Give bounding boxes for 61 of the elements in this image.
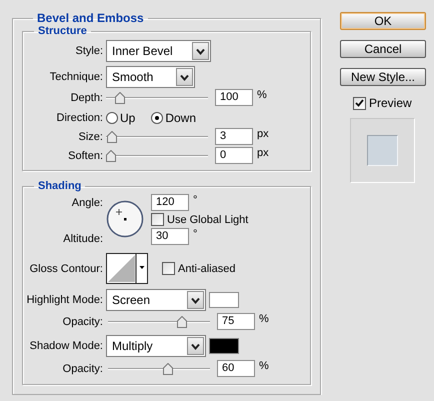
color-swatch[interactable]	[209, 292, 239, 308]
slider-thumb[interactable]	[115, 92, 126, 104]
dialog-button[interactable]: Cancel	[340, 40, 426, 58]
field-label: Opacity:	[62, 316, 103, 328]
slider-thumb[interactable]	[163, 362, 174, 374]
checkbox-label[interactable]: Use Global Light	[167, 214, 248, 226]
field-label: Direction:	[56, 112, 103, 124]
number-field[interactable]: 0	[215, 147, 253, 164]
field-label: Altitude:	[62, 232, 103, 245]
dialog-button[interactable]: New Style...	[340, 68, 426, 86]
slider-thumb[interactable]	[106, 130, 117, 142]
number-field[interactable]: 100	[215, 89, 253, 106]
number-field[interactable]: 75	[217, 313, 255, 330]
angle-dial[interactable]	[106, 200, 144, 238]
chevron-icon	[196, 48, 205, 54]
number-field[interactable]: 3	[215, 128, 253, 145]
chevron-icon	[191, 296, 200, 304]
color-swatch[interactable]	[209, 338, 239, 354]
field-label: Size:	[78, 130, 103, 142]
unit-label: px	[257, 128, 269, 140]
radio-button[interactable]	[106, 112, 118, 124]
field-label: Gloss Contour:	[28, 262, 103, 274]
checkbox-label[interactable]: Preview	[369, 96, 412, 110]
dropdown[interactable]: Inner Bevel	[106, 40, 211, 62]
panel-title: Bevel and Emboss	[36, 11, 145, 25]
unit-label: %	[259, 360, 269, 372]
number-field[interactable]: 60	[217, 360, 255, 377]
radio-label[interactable]: Up	[120, 111, 136, 125]
preview-swatch	[367, 135, 398, 166]
radio-button[interactable]	[151, 112, 164, 124]
unit-label: °	[193, 194, 198, 206]
dropdown[interactable]: Smooth	[106, 66, 195, 88]
field-label: Shadow Mode:	[28, 340, 103, 352]
section-title: Shading	[37, 180, 82, 192]
field-label: Depth:	[70, 92, 103, 104]
checkbox[interactable]	[353, 96, 366, 110]
number-field[interactable]: 30	[151, 228, 189, 245]
field-label: Opacity:	[62, 362, 103, 374]
number-field[interactable]: 120	[151, 194, 189, 211]
unit-label: %	[259, 313, 269, 325]
field-label: Style:	[74, 45, 103, 57]
slider-thumb[interactable]	[177, 316, 187, 328]
dropdown[interactable]: Multiply	[106, 335, 206, 357]
field-label: Technique:	[48, 71, 103, 83]
unit-label: °	[193, 228, 198, 240]
field-label: Soften:	[67, 150, 103, 162]
checkbox-label[interactable]: Anti-aliased	[178, 262, 236, 274]
chevron-icon	[191, 342, 200, 350]
unit-label: %	[257, 89, 267, 101]
checkbox[interactable]	[151, 213, 164, 226]
contour-picker[interactable]	[106, 253, 148, 284]
section-title: Structure	[37, 25, 88, 37]
radio-label[interactable]: Down	[165, 111, 196, 125]
dropdown[interactable]: Screen	[106, 289, 206, 311]
slider-thumb[interactable]	[106, 150, 116, 162]
dialog-button[interactable]: OK	[340, 12, 426, 30]
checkbox[interactable]	[162, 262, 175, 275]
field-label: Angle:	[70, 196, 103, 211]
field-label: Highlight Mode:	[26, 294, 103, 306]
unit-label: px	[257, 147, 269, 159]
chevron-icon	[180, 74, 189, 80]
